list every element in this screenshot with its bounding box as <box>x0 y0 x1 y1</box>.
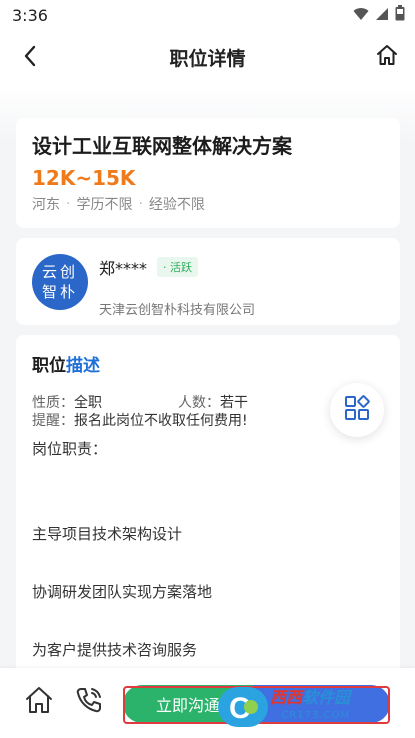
nature-value: 全职 <box>74 395 102 411</box>
reminder-label: 提醒： <box>32 413 74 429</box>
section-title-part2: 描述 <box>66 356 100 376</box>
battery-icon <box>395 5 405 25</box>
active-badge-label: 活跃 <box>170 261 193 274</box>
company-logo: 云创 智朴 <box>32 254 88 310</box>
count-value: 若干 <box>220 395 248 411</box>
watermark-main: 西西软件园 <box>270 689 350 707</box>
watermark: C 西西软件园 CR173.COM <box>218 686 398 728</box>
page-title: 职位详情 <box>169 47 246 70</box>
job-title: 设计工业互联网整体解决方案 <box>32 134 292 158</box>
watermark-sub: CR173.COM <box>281 710 351 721</box>
duty-item: 为客户提供技术咨询服务 <box>32 641 198 659</box>
bottom-home-button[interactable] <box>22 685 56 719</box>
status-time: 3:36 <box>12 5 48 25</box>
contact-name: 郑**** <box>99 259 148 278</box>
grid-apps-icon <box>344 395 370 425</box>
company-card[interactable]: 云创 智朴 郑**** · 活跃 天津云创智朴科技有限公司 <box>16 238 400 325</box>
watermark-text: 西西软件园 CR173.COM <box>270 689 350 725</box>
watermark-logo-icon: C <box>218 687 268 727</box>
watermark-main-part2: 软件园 <box>302 688 351 707</box>
company-info: 郑**** · 活跃 天津云创智朴科技有限公司 <box>99 254 255 318</box>
job-salary: 12K~15K <box>32 166 136 190</box>
headcount: 人数： 若干 <box>178 394 248 412</box>
tag-separator: · <box>138 196 143 212</box>
logo-line-2: 智朴 <box>41 283 78 301</box>
company-name: 天津云创智朴科技有限公司 <box>99 303 256 318</box>
tag-location: 河东 <box>32 197 60 213</box>
tag-experience: 经验不限 <box>148 197 205 213</box>
logo-line-1: 云创 <box>41 263 78 281</box>
duty-label: 岗位职责： <box>32 440 108 458</box>
call-button[interactable] <box>72 685 106 719</box>
job-nature: 性质： 全职 <box>32 394 102 412</box>
contact-row: 郑**** · 活跃 <box>99 255 255 279</box>
section-title-part1: 职位 <box>32 356 66 376</box>
tag-separator: · <box>66 196 71 212</box>
back-button[interactable] <box>16 44 44 72</box>
job-summary-card: 设计工业互联网整体解决方案 12K~15K 河东 · 学历不限 · 经验不限 <box>16 118 400 228</box>
status-icons <box>353 5 405 25</box>
app-header: 职位详情 <box>0 30 415 84</box>
tag-education: 学历不限 <box>76 197 133 213</box>
duty-item: 主导项目技术架构设计 <box>32 525 183 543</box>
signal-icon <box>375 6 389 25</box>
duty-item: 协调研发团队实现方案落地 <box>32 583 213 601</box>
home-icon <box>24 685 54 719</box>
watermark-main-part1: 西西 <box>270 688 303 707</box>
back-arrow-icon <box>23 45 37 71</box>
status-bar: 3:36 <box>0 0 415 30</box>
phone-icon <box>74 685 104 719</box>
section-title: 职位描述 <box>32 351 384 376</box>
job-tags: 河东 · 学历不限 · 经验不限 <box>32 194 384 214</box>
reminder-value: 报名此岗位不收取任何费用! <box>74 413 248 429</box>
floating-menu-button[interactable] <box>330 383 384 437</box>
count-label: 人数： <box>178 395 220 411</box>
home-button[interactable] <box>373 43 401 71</box>
wifi-icon <box>353 6 369 25</box>
home-icon <box>376 44 398 70</box>
active-badge: · 活跃 <box>157 257 199 277</box>
nature-label: 性质： <box>32 395 74 411</box>
